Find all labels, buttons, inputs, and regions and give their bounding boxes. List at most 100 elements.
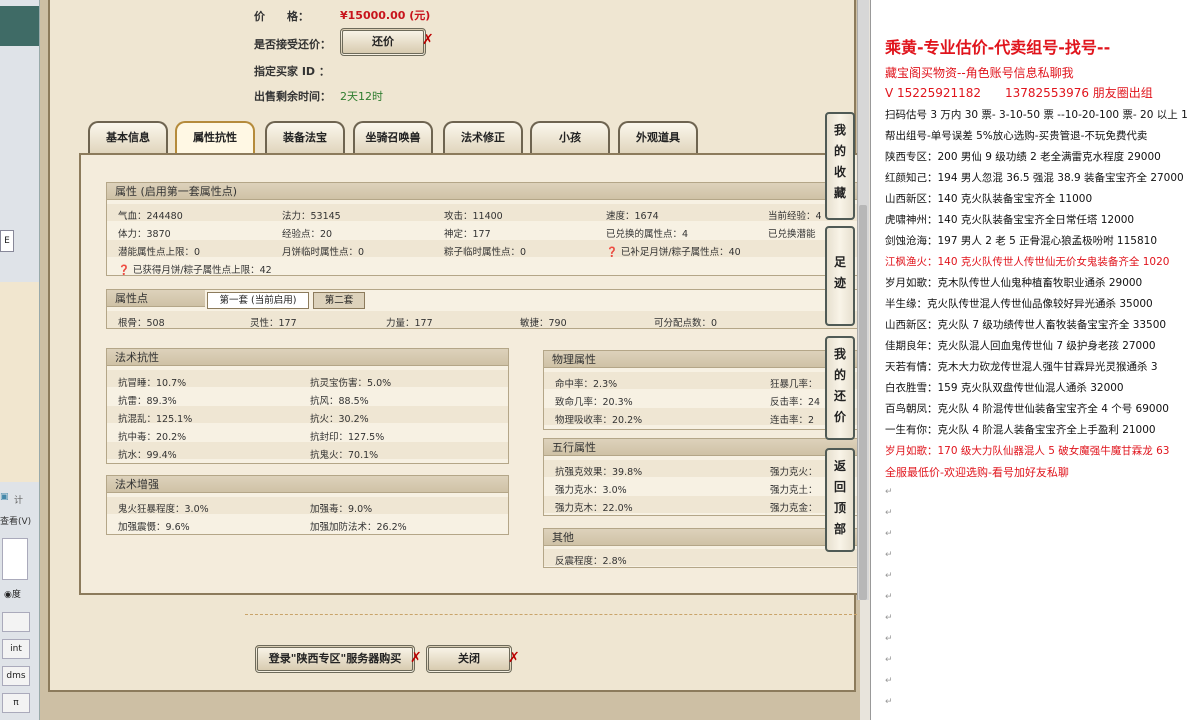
view-menu[interactable]: 查看(V) [0, 514, 31, 527]
resist-chaos: 抗混乱：125.1% [118, 414, 193, 425]
attributes-title: 属性 (启用第一套属性点) [107, 183, 857, 200]
points-spirit: 灵性：177 [250, 318, 297, 329]
attr-hp: 气血：244480 [118, 211, 183, 222]
buy-close-icon[interactable]: ✗ [410, 650, 422, 666]
side-tab-my-offers-label: 我的还价 [833, 347, 846, 424]
close-x-icon[interactable]: ✗ [508, 650, 520, 666]
paragraph-mark-icon: ↵ [885, 613, 893, 623]
pi-button[interactable]: π [2, 693, 30, 713]
tab-attributes-resistance[interactable]: 属性抗性 [175, 121, 255, 153]
points-agility: 敏捷：790 [520, 318, 567, 329]
attr-attack: 攻击：11400 [444, 211, 503, 222]
resist-thunder: 抗雷：89.3% [118, 396, 177, 407]
elem-restraint-effect: 抗强克效果：39.8% [555, 467, 643, 478]
resist-seal: 抗封印：127.5% [310, 432, 385, 443]
elem-strong-vs-metal: 强力克金： [770, 503, 818, 514]
tab-appearance[interactable]: 外观道具 [618, 121, 698, 153]
calc-button-blank[interactable] [2, 612, 30, 632]
side-tab-footprint[interactable]: 足迹 [825, 226, 855, 326]
attr-filled-points-text: 已补足月饼/粽子属性点：40 [620, 247, 741, 258]
degree-radio[interactable]: ◉度 [4, 587, 34, 601]
phys-hit-rate: 命中率：2.3% [555, 379, 618, 390]
other-title: 其他 [544, 529, 857, 546]
paragraph-mark-icon: ↵ [885, 487, 893, 497]
elem-strong-vs-earth: 强力克土： [770, 485, 818, 496]
left-desktop-strip: E ▣ 计 查看(V) ◉度 int dms π [0, 0, 40, 720]
radio-icon: ◉ [4, 590, 12, 600]
notes-line: 红颜知己：194 男人忽混 36.5 强混 38.9 装备宝宝齐全 27000 [885, 172, 1184, 184]
notes-line: 藏宝阁买物资--角色账号信息私聊我 [885, 66, 1074, 80]
attr-filled-points: ❓ 已补足月饼/粽子属性点：40 [606, 244, 741, 258]
points-title: 属性点 [107, 290, 205, 307]
notes-line: 天若有情：克木大力砍龙传世混人强牛甘霖异光灵猴通杀 3 [885, 361, 1158, 373]
notes-line: 岁月如歌：170 级大力队仙器混人 5 破女魔强牛魔甘霖龙 63 [885, 445, 1170, 457]
notes-line: 白衣胜雪：159 克火队双盘传世仙混人通杀 32000 [885, 382, 1124, 394]
tab-e[interactable]: E [0, 230, 14, 252]
enhance-title: 法术增强 [107, 476, 508, 493]
counter-offer-button[interactable]: 还价 [340, 28, 426, 56]
attr-exp-points: 经验点：20 [282, 229, 333, 240]
side-tab-footprint-label: 足迹 [833, 255, 846, 290]
resist-poison: 抗中毒：20.2% [118, 432, 187, 443]
enhance-ghostfire-rage: 鬼火狂暴程度：3.0% [118, 504, 209, 515]
tab-basic-info[interactable]: 基本信息 [88, 121, 168, 153]
notes-line: 岁月如歌：克木队传世人仙鬼种植畜牧职业通杀 29000 [885, 277, 1143, 289]
dms-button[interactable]: dms [2, 666, 30, 686]
notes-line: 剑蚀沧海：197 男人 2 老 5 正骨混心狼孟极吩咐 115810 [885, 235, 1158, 247]
points-unallocated: 可分配点数：0 [654, 318, 718, 329]
elem-strong-vs-fire: 强力克火： [770, 467, 818, 478]
resist-fire: 抗火：30.2% [310, 414, 369, 425]
help-icon[interactable]: ❓ [606, 247, 618, 258]
notes-line: 全服最低价-欢迎选购-看号加好友私聊 [885, 466, 1069, 479]
side-tab-my-offers[interactable]: 我的还价 [825, 336, 855, 440]
close-button[interactable]: 关闭 [426, 645, 512, 673]
tab-mounts-pets[interactable]: 坐骑召唤兽 [353, 121, 433, 153]
paragraph-mark-icon: ↵ [885, 550, 893, 560]
side-tab-my-favorites[interactable]: 我的收藏 [825, 112, 855, 220]
side-tab-back-to-top[interactable]: 返回顶部 [825, 448, 855, 552]
points-tab-set1[interactable]: 第一套 (当前启用) [207, 292, 309, 309]
tab-spell-correction[interactable]: 法术修正 [443, 121, 523, 153]
phys-rage-rate: 狂暴几率： [770, 379, 818, 390]
paragraph-mark-icon: ↵ [885, 508, 893, 518]
tab-child[interactable]: 小孩 [530, 121, 610, 153]
attr-mp: 法力：53145 [282, 211, 341, 222]
left-pane [0, 282, 39, 482]
phys-counter-rate: 反击率：24 [770, 397, 821, 408]
attr-exchanged-potential: 已兑换潜能 [768, 229, 816, 240]
help-icon[interactable]: ❓ [118, 265, 130, 276]
attr-exchanged-points: 已兑换的属性点：4 [606, 229, 689, 240]
paragraph-mark-icon: ↵ [885, 634, 893, 644]
counter-offer-close-icon[interactable]: ✗ [422, 32, 434, 48]
points-tab-set2[interactable]: 第二套 [313, 292, 365, 309]
notes-line: 虎啸神州：140 克火队装备宝宝齐全日常任塔 12000 [885, 214, 1135, 226]
paragraph-mark-icon: ↵ [885, 592, 893, 602]
tab-equipment[interactable]: 装备法宝 [265, 121, 345, 153]
phys-absorb-rate: 物理吸收率：20.2% [555, 415, 643, 426]
notes-line: 陕西专区：200 男仙 9 级功绩 2 老全满雷克水程度 29000 [885, 151, 1161, 163]
counter-offer-label: 是否接受还价： [254, 38, 331, 51]
attr-potential-cap: 潜能属性点上限：0 [118, 247, 201, 258]
points-constitution: 根骨：508 [118, 318, 165, 329]
notes-line: V 15225921182 13782553976 朋友圈出组 [885, 86, 1153, 100]
side-tab-back-to-top-label: 返回顶部 [833, 459, 846, 536]
degree-label: 度 [11, 590, 21, 600]
physical-title: 物理属性 [544, 351, 857, 368]
paragraph-mark-icon: ↵ [885, 529, 893, 539]
attr-cap-note-text: 已获得月饼/粽子属性点上限：42 [132, 265, 272, 276]
buyer-id-label: 指定买家 ID ： [254, 65, 330, 78]
enhance-deter: 加强震慑：9.6% [118, 522, 190, 533]
paragraph-mark-icon: ↵ [885, 655, 893, 665]
elem-strong-vs-wood: 强力克木：22.0% [555, 503, 633, 514]
login-buy-button[interactable]: 登录"陕西专区"服务器购买 [255, 645, 415, 673]
time-left-value: 2天12时 [340, 90, 383, 103]
attr-current-exp: 当前经验：4 [768, 211, 822, 222]
file-icon: ▣ [0, 492, 9, 502]
notepad-panel[interactable]: 乘黄-专业估价-代卖组号-找号-- 藏宝阁买物资--角色账号信息私聊我 V 15… [870, 0, 1188, 720]
window-tile[interactable] [0, 6, 39, 46]
paragraph-mark-icon: ↵ [885, 571, 893, 581]
scrollbar-thumb[interactable] [859, 205, 867, 600]
notes-line: 山西新区：克火队 7 级功绩传世人畜牧装备宝宝齐全 33500 [885, 319, 1167, 331]
int-button[interactable]: int [2, 639, 30, 659]
enhance-poison: 加强毒：9.0% [310, 504, 373, 515]
